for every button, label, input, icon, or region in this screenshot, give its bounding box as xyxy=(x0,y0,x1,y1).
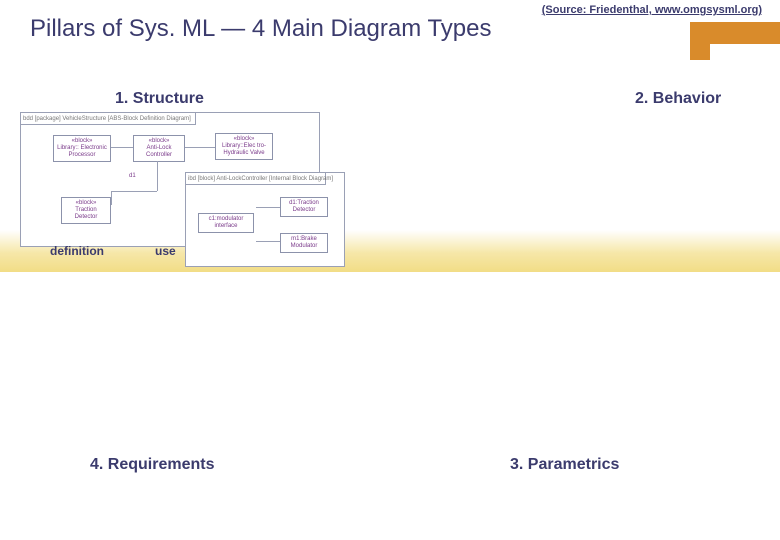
bdd-frame-label: bdd [package] VehicleStructure [ABS-Bloc… xyxy=(21,113,196,125)
decorative-corner xyxy=(690,22,780,60)
block-anti-lock-controller: «block» Anti-Lock Controller xyxy=(133,135,185,162)
sublabel-definition: definition xyxy=(50,244,104,258)
connector xyxy=(256,207,280,208)
heading-parametrics: 3. Parametrics xyxy=(510,456,619,474)
slide-title: Pillars of Sys. ML — 4 Main Diagram Type… xyxy=(30,15,491,43)
stereo: «block» xyxy=(218,136,270,143)
heading-requirements: 4. Requirements xyxy=(90,456,214,474)
heading-structure: 1. Structure xyxy=(115,90,204,108)
source-citation: (Source: Friedenthal, www.omgsysml.org) xyxy=(542,4,762,16)
stereo: «block» xyxy=(136,138,182,145)
block-electronic-processor: «block» Library:: Electronic Processor xyxy=(53,135,111,162)
connector xyxy=(256,241,280,242)
connector xyxy=(157,161,158,191)
block-name: Library:: Electronic Processor xyxy=(56,145,108,159)
block-traction-detector: «block» Traction Detector xyxy=(61,197,111,224)
part-m1-brake-modulator: m1:Brake Modulator xyxy=(280,233,328,253)
stereo: «block» xyxy=(64,200,108,207)
d1-label: d1 xyxy=(129,173,136,179)
connector xyxy=(111,147,133,148)
connector xyxy=(111,191,157,192)
sublabel-use: use xyxy=(155,244,176,258)
connector xyxy=(111,191,112,205)
ibd-frame: ibd [block] Anti-LockController [Interna… xyxy=(185,172,345,267)
part-d1-traction-detector: d1:Traction Detector xyxy=(280,197,328,217)
block-name: Traction Detector xyxy=(64,207,108,221)
block-electro-hydraulic-valve: «block» Library::Elec tro-Hydraulic Valv… xyxy=(215,133,273,160)
block-name: Library::Elec tro-Hydraulic Valve xyxy=(218,143,270,157)
connector xyxy=(185,147,215,148)
part-c1-modulator-interface: c1:modulator interface xyxy=(198,213,254,233)
ibd-frame-label: ibd [block] Anti-LockController [Interna… xyxy=(186,173,326,185)
stereo: «block» xyxy=(56,138,108,145)
block-name: Anti-Lock Controller xyxy=(136,145,182,159)
heading-behavior: 2. Behavior xyxy=(635,90,721,108)
